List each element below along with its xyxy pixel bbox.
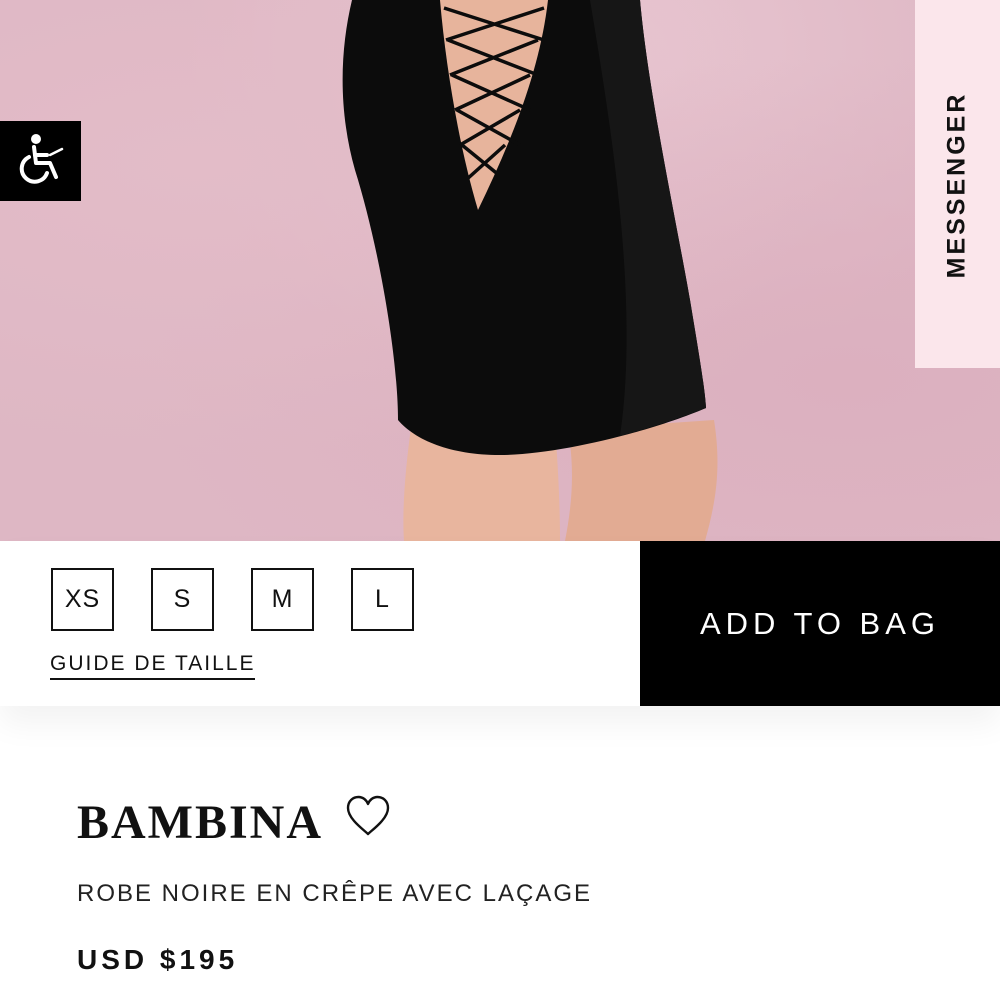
purchase-bar: XS S M L GUIDE DE TAILLE ADD TO BAG: [0, 541, 1000, 706]
product-header: BAMBINA: [77, 795, 391, 850]
dress-illustration: [342, 0, 718, 541]
product-price: USD $195: [77, 944, 239, 975]
heart-outline-icon[interactable]: [345, 795, 391, 842]
size-guide-link[interactable]: GUIDE DE TAILLE: [50, 652, 256, 680]
add-to-bag-button[interactable]: ADD TO BAG: [640, 541, 1000, 706]
product-description: ROBE NOIRE EN CRÊPE AVEC LAÇAGE: [77, 880, 593, 907]
size-option-m[interactable]: M: [251, 568, 314, 631]
product-name: BAMBINA: [77, 796, 324, 849]
size-option-xs[interactable]: XS: [51, 568, 114, 631]
size-option-s[interactable]: S: [151, 568, 214, 631]
wheelchair-icon: [16, 133, 66, 190]
size-selector: XS S M L: [51, 568, 451, 631]
product-image: [0, 0, 1000, 541]
accessibility-button[interactable]: [0, 121, 81, 201]
messenger-label: MESSENGER: [942, 91, 971, 279]
messenger-tab[interactable]: MESSENGER: [915, 0, 1000, 368]
size-option-l[interactable]: L: [351, 568, 414, 631]
